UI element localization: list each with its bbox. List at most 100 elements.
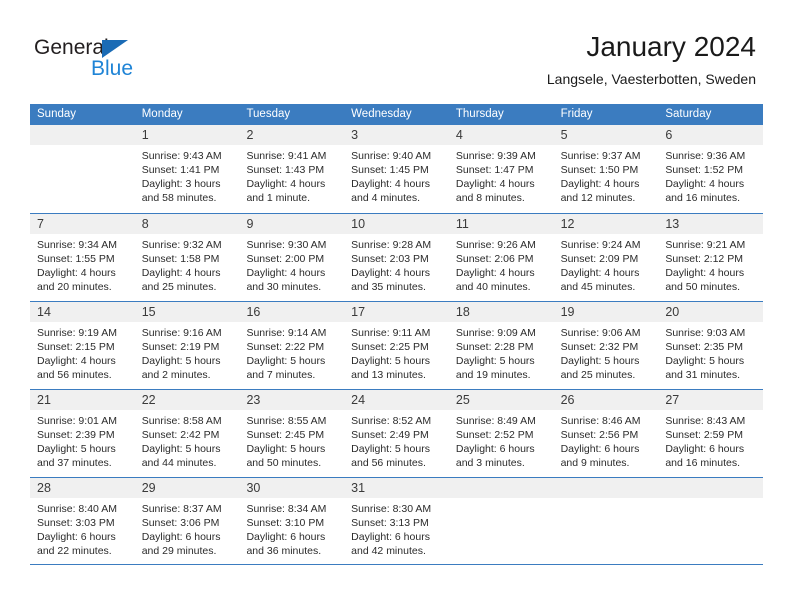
calendar-day-cell[interactable]: 15 Sunrise: 9:16 AM Sunset: 2:19 PM Dayligh… xyxy=(134,302,240,389)
calendar-day-cell[interactable]: 9 Sunrise: 9:30 AM Sunset: 2:00 PM Daylight… xyxy=(239,214,345,301)
page-subtitle: Langsele, Vaesterbotten, Sweden xyxy=(546,71,756,87)
day-sun-info: Sunrise: 9:11 AM Sunset: 2:25 PM Daylight:… xyxy=(344,322,449,382)
daylight-text-line2: and 44 minutes. xyxy=(141,457,217,469)
calendar-day-cell[interactable]: 10 Sunrise: 9:28 AM Sunset: 2:03 PM Dayligh… xyxy=(344,214,449,301)
sunrise-text: Sunrise: 9:32 AM xyxy=(141,239,222,251)
daylight-text-line2: and 25 minutes. xyxy=(141,281,217,293)
daylight-text-line1: Daylight: 6 hours xyxy=(246,531,326,543)
logo-triangle-icon xyxy=(102,40,128,58)
calendar-day-cell[interactable]: 23 Sunrise: 8:55 AM Sunset: 2:45 PM Dayligh… xyxy=(239,390,345,477)
daylight-text-line2: and 25 minutes. xyxy=(560,369,636,381)
calendar-day-cell[interactable]: 6 Sunrise: 9:36 AM Sunset: 1:52 PM Daylight… xyxy=(658,125,764,213)
sunrise-text: Sunrise: 9:24 AM xyxy=(560,239,641,251)
sunrise-text: Sunrise: 9:01 AM xyxy=(37,415,117,427)
sunrise-text: Sunrise: 9:30 AM xyxy=(246,239,327,251)
calendar-day-cell[interactable]: 12 Sunrise: 9:24 AM Sunset: 2:09 PM Dayligh… xyxy=(553,214,659,301)
calendar-day-cell[interactable]: 1 Sunrise: 9:43 AM Sunset: 1:41 PM Daylight… xyxy=(134,125,240,213)
day-sun-info: Sunrise: 9:32 AM Sunset: 1:58 PM Daylight:… xyxy=(135,234,240,294)
calendar-day-cell[interactable]: 29 Sunrise: 8:37 AM Sunset: 3:06 PM Dayligh… xyxy=(134,478,240,564)
daylight-text-line1: Daylight: 5 hours xyxy=(246,355,326,367)
calendar-day-cell[interactable]: 30 Sunrise: 8:34 AM Sunset: 3:10 PM Dayligh… xyxy=(239,478,345,564)
sunrise-text: Sunrise: 9:19 AM xyxy=(37,327,117,339)
day-sun-info: Sunrise: 9:36 AM Sunset: 1:52 PM Daylight:… xyxy=(658,145,763,205)
sunset-text: Sunset: 2:25 PM xyxy=(351,341,429,353)
daylight-text-line1: Daylight: 5 hours xyxy=(665,355,745,367)
sunrise-text: Sunrise: 9:40 AM xyxy=(351,150,432,162)
sunset-text: Sunset: 2:32 PM xyxy=(560,341,639,353)
calendar-week-row: 14 Sunrise: 9:19 AM Sunset: 2:15 PM Dayligh… xyxy=(30,301,764,389)
day-number xyxy=(30,125,135,145)
sunrise-text: Sunrise: 9:41 AM xyxy=(246,150,327,162)
sunset-text: Sunset: 2:59 PM xyxy=(665,429,743,441)
calendar-day-cell[interactable]: 28 Sunrise: 8:40 AM Sunset: 3:03 PM Dayligh… xyxy=(30,478,135,564)
calendar-day-cell[interactable]: 31 Sunrise: 8:30 AM Sunset: 3:13 PM Dayligh… xyxy=(344,478,449,564)
calendar-day-cell[interactable]: 21 Sunrise: 9:01 AM Sunset: 2:39 PM Dayligh… xyxy=(30,390,135,477)
sunset-text: Sunset: 1:45 PM xyxy=(351,164,429,176)
sunset-text: Sunset: 2:56 PM xyxy=(560,429,639,441)
daylight-text-line1: Daylight: 4 hours xyxy=(246,267,326,279)
daylight-text-line2: and 16 minutes. xyxy=(665,192,741,204)
day-number: 27 xyxy=(658,390,764,410)
daylight-text-line1: Daylight: 5 hours xyxy=(37,443,116,455)
sunrise-text: Sunrise: 9:03 AM xyxy=(665,327,746,339)
calendar-grid: Sunday Monday Tuesday Wednesday Thursday… xyxy=(30,104,764,565)
calendar-day-cell[interactable]: 25 Sunrise: 8:49 AM Sunset: 2:52 PM Dayligh… xyxy=(448,390,554,477)
calendar-day-cell[interactable]: 27 Sunrise: 8:43 AM Sunset: 2:59 PM Dayligh… xyxy=(658,390,764,477)
calendar-day-cell[interactable]: 7 Sunrise: 9:34 AM Sunset: 1:55 PM Daylight… xyxy=(30,214,135,301)
sunrise-text: Sunrise: 9:06 AM xyxy=(560,327,641,339)
daylight-text-line2: and 20 minutes. xyxy=(37,281,112,293)
calendar-day-cell[interactable]: 4 Sunrise: 9:39 AM Sunset: 1:47 PM Daylight… xyxy=(448,125,554,213)
daylight-text-line2: and 9 minutes. xyxy=(560,457,630,469)
weekday-saturday: Saturday xyxy=(665,108,712,120)
day-number: 18 xyxy=(448,302,554,322)
daylight-text-line2: and 4 minutes. xyxy=(351,192,421,204)
calendar-day-cell[interactable]: 3 Sunrise: 9:40 AM Sunset: 1:45 PM Daylight… xyxy=(344,125,449,213)
calendar-day-cell[interactable]: 24 Sunrise: 8:52 AM Sunset: 2:49 PM Dayligh… xyxy=(344,390,449,477)
daylight-text-line2: and 42 minutes. xyxy=(351,545,426,557)
calendar-day-cell[interactable]: 18 Sunrise: 9:09 AM Sunset: 2:28 PM Dayligh… xyxy=(448,302,554,389)
calendar-day-cell[interactable]: 2 Sunrise: 9:41 AM Sunset: 1:43 PM Daylight… xyxy=(239,125,345,213)
day-sun-info: Sunrise: 9:24 AM Sunset: 2:09 PM Daylight:… xyxy=(554,234,659,294)
daylight-text-line1: Daylight: 4 hours xyxy=(246,178,326,190)
daylight-text-line2: and 13 minutes. xyxy=(351,369,426,381)
calendar-day-cell[interactable]: 8 Sunrise: 9:32 AM Sunset: 1:58 PM Daylight… xyxy=(134,214,240,301)
daylight-text-line1: Daylight: 5 hours xyxy=(351,443,430,455)
weekday-tuesday: Tuesday xyxy=(246,108,291,120)
daylight-text-line2: and 40 minutes. xyxy=(455,281,531,293)
day-number: 14 xyxy=(30,302,135,322)
day-number: 22 xyxy=(134,390,240,410)
day-sun-info: Sunrise: 9:16 AM Sunset: 2:19 PM Daylight:… xyxy=(135,322,240,382)
sunrise-text: Sunrise: 8:58 AM xyxy=(141,415,222,427)
calendar-day-cell[interactable]: 14 Sunrise: 9:19 AM Sunset: 2:15 PM Dayligh… xyxy=(30,302,135,389)
day-sun-info: Sunrise: 8:37 AM Sunset: 3:06 PM Daylight:… xyxy=(135,498,240,558)
day-number: 26 xyxy=(553,390,659,410)
sunset-text: Sunset: 2:49 PM xyxy=(351,429,429,441)
day-sun-info: Sunrise: 9:40 AM Sunset: 1:45 PM Daylight:… xyxy=(344,145,449,205)
calendar-day-cell[interactable]: 5 Sunrise: 9:37 AM Sunset: 1:50 PM Daylight… xyxy=(553,125,659,213)
calendar-day-cell[interactable]: 17 Sunrise: 9:11 AM Sunset: 2:25 PM Dayligh… xyxy=(344,302,449,389)
sunset-text: Sunset: 1:50 PM xyxy=(560,164,639,176)
daylight-text-line2: and 31 minutes. xyxy=(665,369,741,381)
daylight-text-line2: and 35 minutes. xyxy=(351,281,426,293)
calendar-day-cell[interactable]: 16 Sunrise: 9:14 AM Sunset: 2:22 PM Dayligh… xyxy=(239,302,345,389)
page-title: January 2024 xyxy=(586,31,756,62)
sunset-text: Sunset: 1:52 PM xyxy=(665,164,743,176)
sunset-text: Sunset: 3:03 PM xyxy=(37,517,115,529)
day-sun-info: Sunrise: 8:58 AM Sunset: 2:42 PM Daylight:… xyxy=(135,410,240,470)
weekday-header-row: Sunday Monday Tuesday Wednesday Thursday… xyxy=(30,104,763,125)
calendar-day-cell-empty xyxy=(553,478,659,564)
sunset-text: Sunset: 1:47 PM xyxy=(455,164,534,176)
calendar-day-cell[interactable]: 20 Sunrise: 9:03 AM Sunset: 2:35 PM Dayligh… xyxy=(658,302,764,389)
calendar-day-cell[interactable]: 13 Sunrise: 9:21 AM Sunset: 2:12 PM Dayligh… xyxy=(658,214,764,301)
day-number: 31 xyxy=(344,478,449,498)
day-sun-info: Sunrise: 9:19 AM Sunset: 2:15 PM Daylight:… xyxy=(30,322,135,382)
day-sun-info: Sunrise: 9:03 AM Sunset: 2:35 PM Daylight:… xyxy=(658,322,763,382)
daylight-text-line1: Daylight: 4 hours xyxy=(351,178,430,190)
calendar-day-cell[interactable]: 26 Sunrise: 8:46 AM Sunset: 2:56 PM Dayligh… xyxy=(553,390,659,477)
calendar-day-cell[interactable]: 19 Sunrise: 9:06 AM Sunset: 2:32 PM Dayligh… xyxy=(553,302,659,389)
daylight-text-line2: and 3 minutes. xyxy=(455,457,525,469)
calendar-day-cell[interactable]: 22 Sunrise: 8:58 AM Sunset: 2:42 PM Dayligh… xyxy=(134,390,240,477)
calendar-page: General Blue January 2024 Langsele, Vaes… xyxy=(0,0,792,612)
calendar-day-cell[interactable]: 11 Sunrise: 9:26 AM Sunset: 2:06 PM Dayligh… xyxy=(448,214,554,301)
calendar-week-row: 21 Sunrise: 9:01 AM Sunset: 2:39 PM Dayligh… xyxy=(30,389,764,477)
